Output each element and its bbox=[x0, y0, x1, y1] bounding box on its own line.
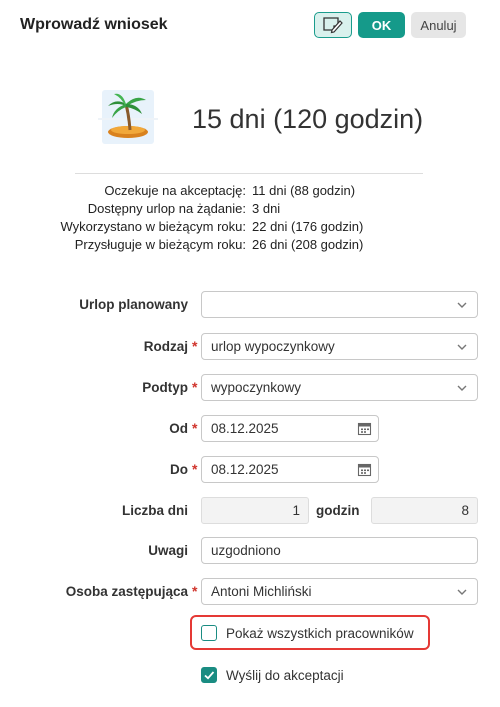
note-button[interactable] bbox=[314, 12, 352, 38]
days-count-field: 1 bbox=[201, 497, 309, 524]
type-value: urlop wypoczynkowy bbox=[211, 339, 335, 354]
stat-row: Wykorzystano w bieżącym roku: 22 dni (17… bbox=[0, 219, 500, 237]
send-for-approval-label: Wyślij do akceptacji bbox=[226, 667, 344, 683]
hours-count-field: 8 bbox=[371, 497, 478, 524]
required-marker: * bbox=[192, 420, 198, 436]
stat-value: 22 dni (176 godzin) bbox=[252, 219, 364, 234]
to-date-input[interactable]: 08.12.2025 bbox=[201, 456, 379, 483]
substitute-select[interactable]: Antoni Michliński bbox=[201, 578, 478, 605]
notes-input[interactable]: uzgodniono bbox=[201, 537, 478, 564]
stat-label: Dostępny urlop na żądanie: bbox=[87, 201, 246, 216]
show-all-employees-option[interactable]: Pokaż wszystkich pracowników bbox=[201, 623, 414, 643]
show-all-employees-checkbox[interactable] bbox=[201, 625, 217, 641]
from-date-label: Od bbox=[169, 421, 188, 436]
days-label: Liczba dni bbox=[121, 503, 188, 518]
chevron-down-icon bbox=[457, 344, 467, 350]
stat-value: 3 dni bbox=[252, 201, 281, 216]
ok-button[interactable]: OK bbox=[358, 12, 405, 38]
to-date-value: 08.12.2025 bbox=[211, 462, 279, 477]
subtype-value: wypoczynkowy bbox=[211, 380, 302, 395]
type-row: Rodzaj * urlop wypoczynkowy bbox=[0, 333, 500, 361]
hours-label: godzin bbox=[316, 503, 360, 518]
subtype-row: Podtyp * wypoczynkowy bbox=[0, 374, 500, 402]
planned-leave-label: Urlop planowany bbox=[79, 297, 188, 312]
from-date-value: 08.12.2025 bbox=[211, 421, 279, 436]
from-date-input[interactable]: 08.12.2025 bbox=[201, 415, 379, 442]
from-date-row: Od * 08.12.2025 bbox=[0, 415, 500, 443]
cancel-button[interactable]: Anuluj bbox=[411, 12, 466, 38]
chevron-down-icon bbox=[457, 302, 467, 308]
dialog-title: Wprowadź wniosek bbox=[20, 16, 168, 33]
to-date-label: Do bbox=[170, 462, 188, 477]
type-select[interactable]: urlop wypoczynkowy bbox=[201, 333, 478, 360]
stat-label: Oczekuje na akceptację: bbox=[104, 183, 246, 198]
substitute-value: Antoni Michliński bbox=[211, 584, 312, 599]
subtype-select[interactable]: wypoczynkowy bbox=[201, 374, 478, 401]
stat-row: Dostępny urlop na żądanie: 3 dni bbox=[0, 201, 500, 219]
required-marker: * bbox=[192, 583, 198, 599]
chevron-down-icon bbox=[457, 385, 467, 391]
show-all-employees-label: Pokaż wszystkich pracowników bbox=[226, 625, 414, 641]
dialog-header: Wprowadź wniosek OK Anuluj bbox=[0, 0, 500, 50]
stat-value: 26 dni (208 godzin) bbox=[252, 237, 364, 252]
planned-leave-row: Urlop planowany bbox=[0, 291, 500, 319]
days-hours-row: Liczba dni 1 godzin 8 bbox=[0, 497, 500, 525]
calendar-icon[interactable] bbox=[357, 462, 372, 477]
stat-label: Przysługuje w bieżącym roku: bbox=[74, 237, 246, 252]
stat-row: Przysługuje w bieżącym roku: 26 dni (208… bbox=[0, 237, 500, 255]
stat-row: Oczekuje na akceptację: 11 dni (88 godzi… bbox=[0, 183, 500, 201]
subtype-label: Podtyp bbox=[142, 380, 188, 395]
notes-label: Uwagi bbox=[148, 543, 188, 558]
stat-label: Wykorzystano w bieżącym roku: bbox=[60, 219, 246, 234]
type-label: Rodzaj bbox=[143, 339, 188, 354]
leave-stats: Oczekuje na akceptację: 11 dni (88 godzi… bbox=[0, 183, 500, 255]
required-marker: * bbox=[192, 379, 198, 395]
to-date-row: Do * 08.12.2025 bbox=[0, 456, 500, 484]
check-icon bbox=[204, 671, 215, 680]
substitute-label: Osoba zastępująca bbox=[65, 584, 188, 599]
total-duration: 15 dni (120 godzin) bbox=[192, 104, 424, 134]
note-edit-icon bbox=[323, 17, 343, 34]
calendar-icon[interactable] bbox=[357, 421, 372, 436]
planned-leave-select[interactable] bbox=[201, 291, 478, 318]
stat-value: 11 dni (88 godzin) bbox=[252, 183, 356, 198]
send-for-approval-checkbox[interactable] bbox=[201, 667, 217, 683]
send-for-approval-option[interactable]: Wyślij do akceptacji bbox=[201, 665, 344, 685]
divider bbox=[75, 173, 423, 174]
required-marker: * bbox=[192, 338, 198, 354]
notes-row: Uwagi uzgodniono bbox=[0, 537, 500, 565]
palm-island-icon bbox=[96, 86, 160, 150]
substitute-row: Osoba zastępująca * Antoni Michliński bbox=[0, 578, 500, 606]
required-marker: * bbox=[192, 461, 198, 477]
chevron-down-icon bbox=[457, 589, 467, 595]
